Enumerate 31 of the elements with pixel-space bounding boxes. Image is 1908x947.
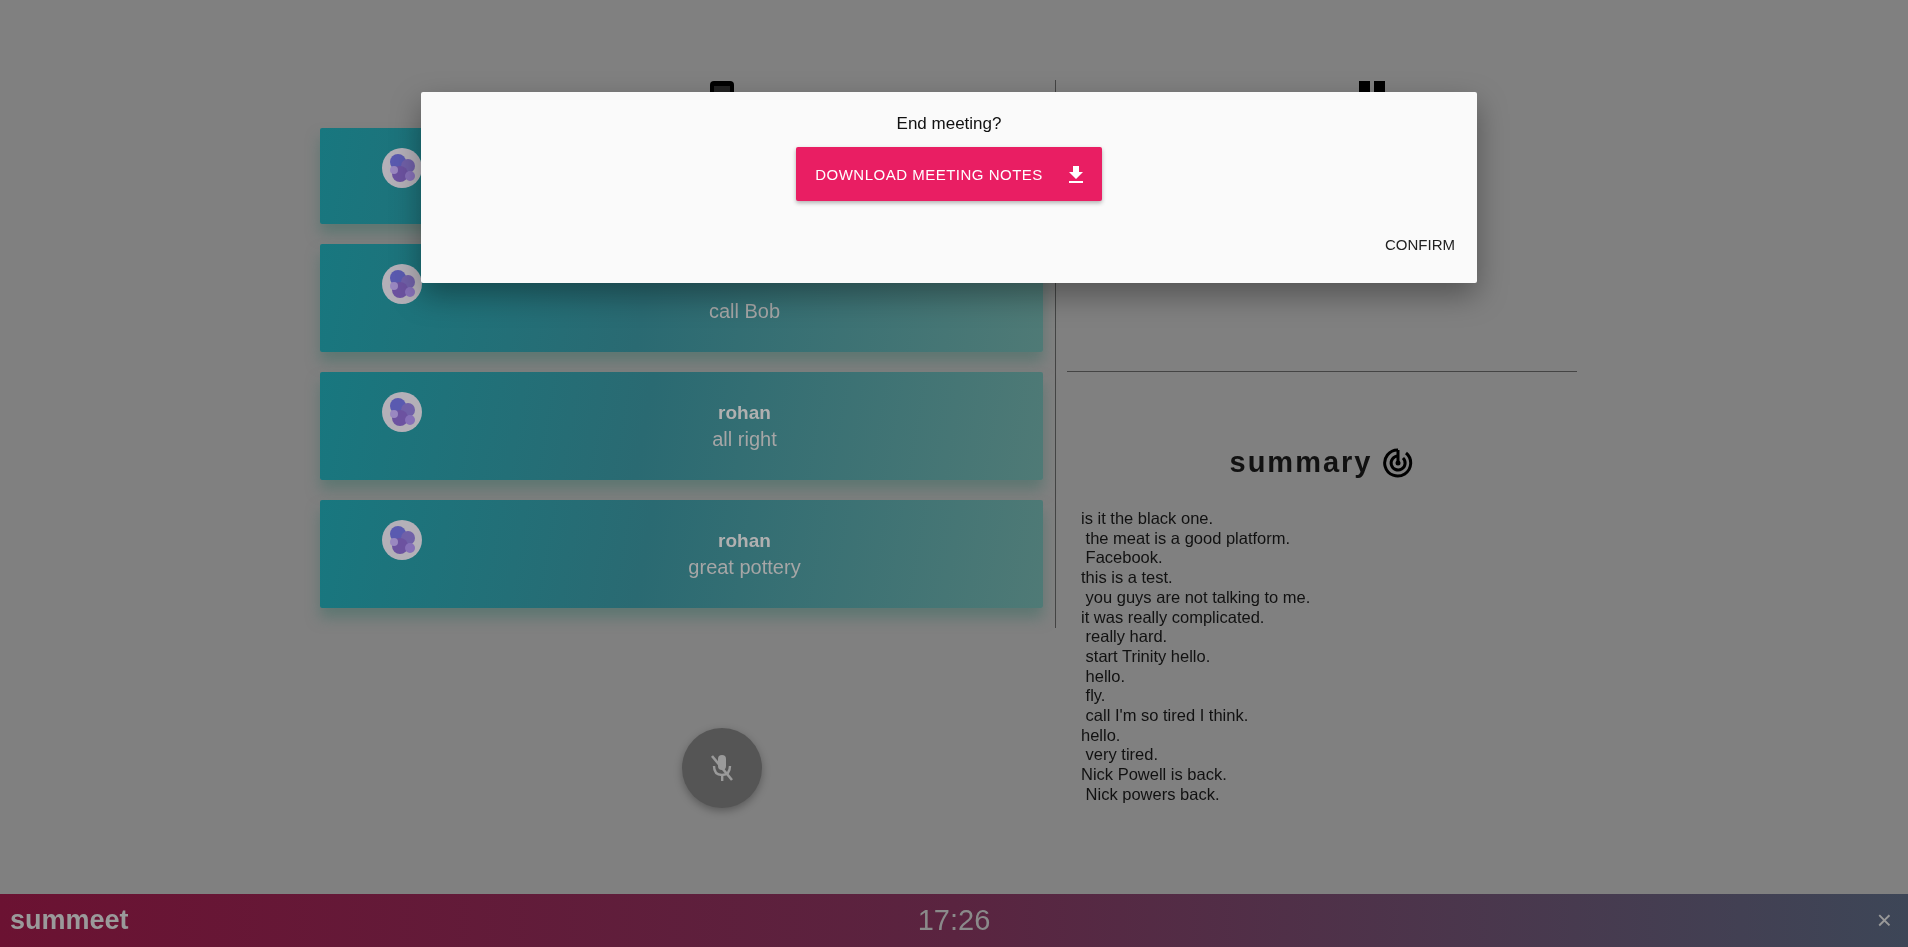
summary-line: Nick Powell is back. <box>1081 765 1228 785</box>
summary-line: this is a test. <box>1081 568 1174 588</box>
summary-title: summary <box>1229 446 1373 479</box>
message-text: all right <box>712 427 777 451</box>
summary-line: hello. <box>1081 725 1122 746</box>
summary-line: start Trinity hello. <box>1084 646 1212 667</box>
summary-line: very tired. <box>1084 745 1160 766</box>
message-text: call Bob <box>708 299 781 323</box>
target-icon <box>1382 446 1415 479</box>
close-button[interactable]: × <box>1870 905 1898 936</box>
confirm-button[interactable]: CONFIRM <box>1383 232 1457 257</box>
summary-line: fly. <box>1084 686 1107 707</box>
sender-name: rohan <box>718 401 771 424</box>
brand-name: summeet <box>10 905 129 936</box>
download-icon <box>1068 165 1083 183</box>
summary-line: you guys are not talking to me. <box>1084 587 1312 608</box>
dialog-title: End meeting? <box>896 114 1002 134</box>
download-button[interactable]: DOWNLOAD MEETING NOTES <box>796 147 1102 201</box>
summary-line: is it the black one. <box>1081 509 1215 529</box>
summary-line: Nick powers back. <box>1084 784 1221 805</box>
meeting-time: 17:26 <box>917 904 991 937</box>
mic-icon <box>709 753 735 783</box>
summary-line: call I'm so tired I think. <box>1084 706 1250 726</box>
summary-line: really hard. <box>1084 627 1169 647</box>
summary-line: it was really complicated. <box>1081 607 1266 628</box>
sender-name: rohan <box>718 529 771 552</box>
summary-line: Facebook. <box>1084 548 1164 569</box>
summary-line: hello. <box>1084 666 1127 687</box>
message-text: great pottery <box>688 555 801 579</box>
summary-line: the meat is a good platform. <box>1084 528 1292 549</box>
mic-button[interactable] <box>682 728 762 808</box>
